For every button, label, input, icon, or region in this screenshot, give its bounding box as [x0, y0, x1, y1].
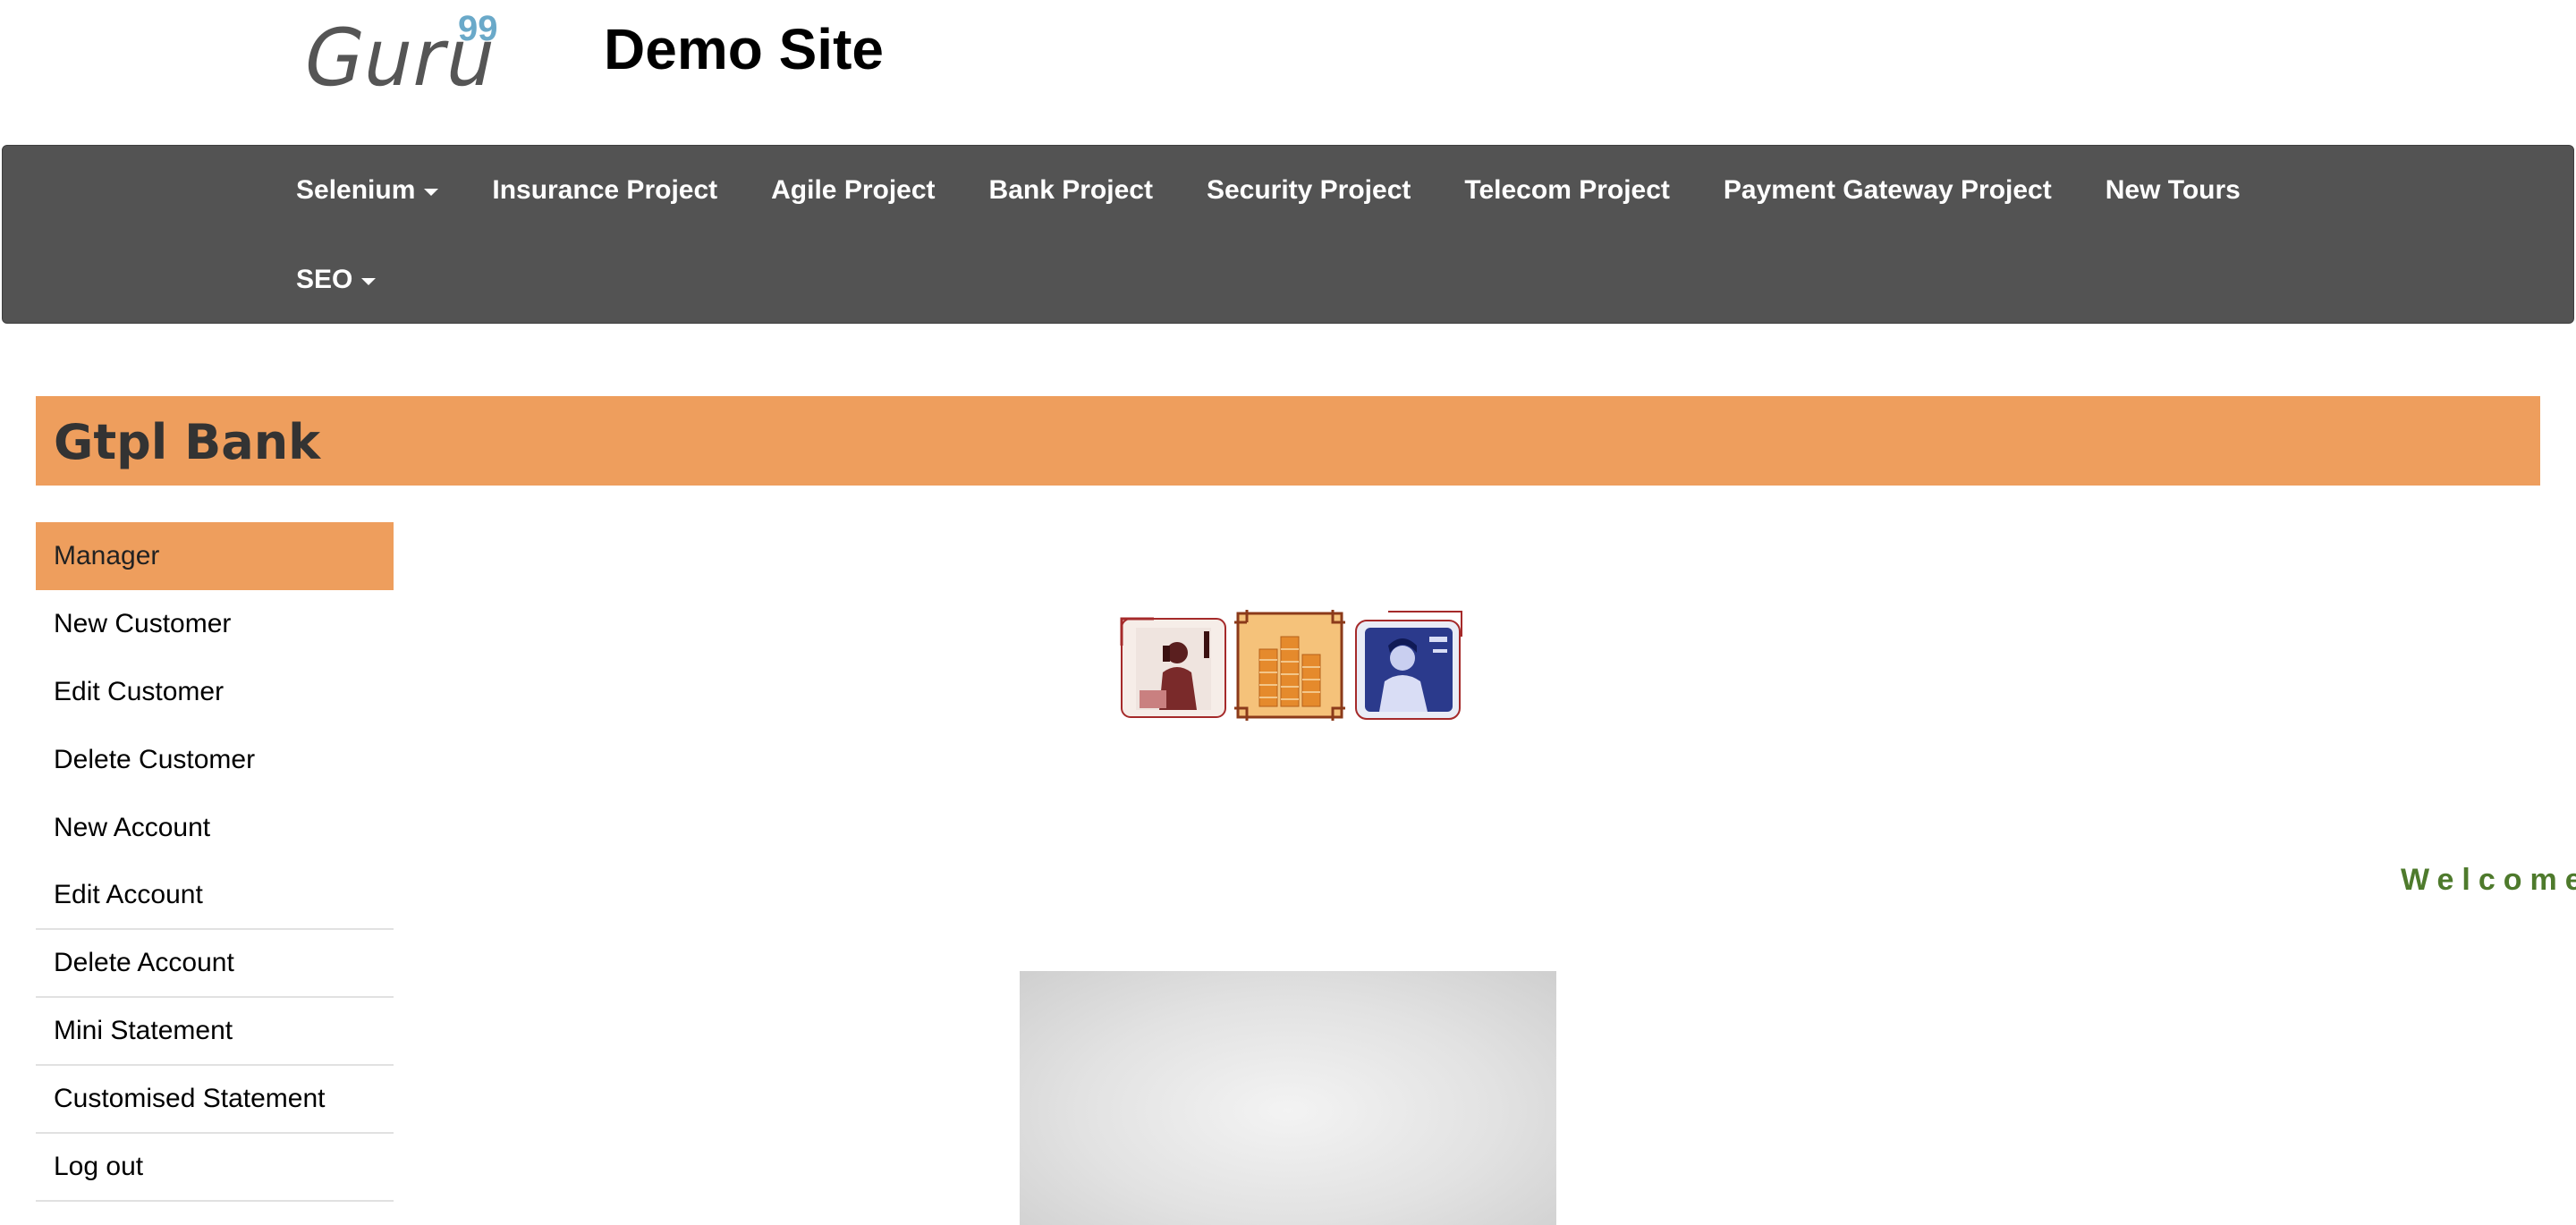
nav-label: SEO — [296, 265, 353, 294]
sidebar-item-manager: Manager — [36, 522, 394, 590]
gray-background-panel — [1020, 971, 1556, 1225]
nav-label: Selenium — [296, 175, 416, 205]
nav-telecom-project[interactable]: Telecom Project — [1464, 175, 1670, 206]
sidebar-item-edit-account[interactable]: Edit Account — [36, 862, 394, 930]
nav-new-tours[interactable]: New Tours — [2106, 175, 2241, 206]
nav-bank-project[interactable]: Bank Project — [989, 175, 1153, 206]
woman-portrait-image — [1355, 611, 1462, 720]
nav-payment-gateway-project[interactable]: Payment Gateway Project — [1724, 175, 2052, 206]
sidebar-item-new-account[interactable]: New Account — [36, 794, 394, 862]
sidebar-item-edit-customer[interactable]: Edit Customer — [36, 658, 394, 726]
manager-sidebar: Manager New Customer Edit Customer Delet… — [36, 522, 394, 1202]
sidebar-item-mini-statement[interactable]: Mini Statement — [36, 998, 394, 1066]
caret-down-icon — [361, 278, 377, 285]
nav-seo-dropdown[interactable]: SEO — [296, 265, 377, 295]
nav-insurance-project[interactable]: Insurance Project — [492, 175, 717, 206]
welcome-marquee: Welcome — [2401, 863, 2576, 897]
nav-selenium-dropdown[interactable]: Selenium — [296, 175, 439, 206]
sidebar-item-customised-statement[interactable]: Customised Statement — [36, 1066, 394, 1134]
bank-title: Gtpl Bank — [54, 414, 321, 470]
nav-row-2: SEO — [296, 235, 429, 325]
nav-agile-project[interactable]: Agile Project — [771, 175, 935, 206]
businessman-phone-image — [1120, 617, 1226, 718]
logo-superscript: 99 — [458, 9, 498, 48]
site-title: Demo Site — [604, 17, 884, 81]
nav-security-project[interactable]: Security Project — [1207, 175, 1411, 206]
guru99-logo[interactable]: Guru 99 — [295, 9, 510, 104]
sidebar-item-delete-customer[interactable]: Delete Customer — [36, 726, 394, 794]
caret-down-icon — [424, 189, 439, 196]
bank-banner: Gtpl Bank — [36, 396, 2540, 486]
bank-thumbnail-strip — [1118, 610, 1463, 721]
coin-stacks-image — [1234, 610, 1345, 721]
sidebar-item-new-customer[interactable]: New Customer — [36, 590, 394, 658]
sidebar-item-log-out[interactable]: Log out — [36, 1134, 394, 1202]
top-navbar: Selenium Insurance Project Agile Project… — [2, 145, 2574, 324]
nav-row-1: Selenium Insurance Project Agile Project… — [296, 146, 2294, 235]
sidebar-item-delete-account[interactable]: Delete Account — [36, 930, 394, 998]
